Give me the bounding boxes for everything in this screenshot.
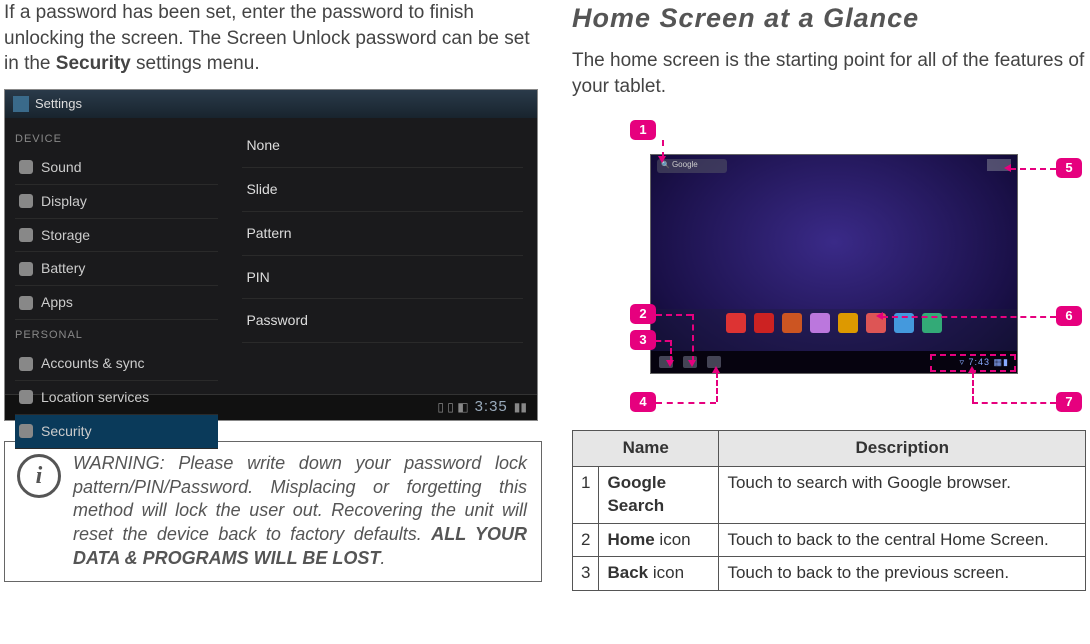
location-icon: [19, 390, 33, 404]
warning-text: WARNING: Please write down your password…: [73, 452, 527, 571]
option-pin: PIN: [242, 256, 523, 300]
sync-icon: [19, 357, 33, 371]
warning-text-post: .: [380, 548, 385, 568]
dock-app-icon: [810, 313, 830, 333]
callout-badge-6: 6: [1056, 306, 1082, 326]
settings-section-device: DEVICE: [15, 132, 218, 147]
table-cell-desc: Touch to back to the central Home Screen…: [719, 523, 1086, 557]
table-head-name: Name: [573, 430, 719, 466]
unlock-text-bold: Security: [56, 53, 131, 74]
callout-badge-2: 2: [630, 304, 656, 324]
tablet-screenshot: 🔍 Google ▿ 7:43 ▦▮: [650, 154, 1018, 374]
table-head-desc: Description: [719, 430, 1086, 466]
battery-icon: [19, 262, 33, 276]
apps-icon: [19, 296, 33, 310]
dock-app-icon: [754, 313, 774, 333]
table-cell-desc: Touch to search with Google browser.: [719, 466, 1086, 523]
callout-badge-7: 7: [1056, 392, 1082, 412]
dock-app-icon: [782, 313, 802, 333]
table-cell-num: 1: [573, 466, 599, 523]
callout-badge-4: 4: [630, 392, 656, 412]
table-row: 3Back iconTouch to back to the previous …: [573, 557, 1086, 591]
display-icon: [19, 194, 33, 208]
settings-sidebar: DEVICE Sound Display Storage Battery App…: [5, 118, 228, 394]
table-cell-name: Google Search: [599, 466, 719, 523]
warning-box: i WARNING: Please write down your passwo…: [4, 441, 542, 582]
sound-icon: [19, 160, 33, 174]
callout-badge-3: 3: [630, 330, 656, 350]
settings-options: None Slide Pattern PIN Password: [228, 118, 537, 394]
settings-title: Settings: [35, 95, 82, 113]
option-none: None: [242, 124, 523, 168]
sidebar-item-accounts: Accounts & sync: [15, 347, 218, 381]
table-cell-name: Home icon: [599, 523, 719, 557]
settings-screenshot: Settings DEVICE Sound Display Storage Ba…: [4, 89, 538, 421]
table-row: 2Home iconTouch to back to the central H…: [573, 523, 1086, 557]
section-intro: The home screen is the starting point fo…: [572, 48, 1086, 99]
table-cell-num: 3: [573, 557, 599, 591]
sidebar-item-storage: Storage: [15, 219, 218, 253]
shield-icon: [19, 424, 33, 438]
storage-icon: [19, 228, 33, 242]
dock-app-icon: [838, 313, 858, 333]
settings-section-personal: PERSONAL: [15, 328, 218, 343]
table-cell-num: 2: [573, 523, 599, 557]
sidebar-item-battery: Battery: [15, 252, 218, 286]
info-icon: i: [17, 454, 61, 498]
unlock-text-post: settings menu.: [131, 53, 260, 74]
sidebar-item-location: Location services: [15, 381, 218, 415]
sidebar-item-display: Display: [15, 185, 218, 219]
settings-titlebar: Settings: [5, 90, 537, 118]
settings-time: 3:35: [475, 397, 508, 417]
table-row: 1Google SearchTouch to search with Googl…: [573, 466, 1086, 523]
table-cell-desc: Touch to back to the previous screen.: [719, 557, 1086, 591]
callout-badge-5: 5: [1056, 158, 1082, 178]
sidebar-item-apps: Apps: [15, 286, 218, 320]
google-search-bar: 🔍 Google: [657, 159, 727, 173]
sidebar-item-security: Security: [15, 415, 218, 449]
dock-app-icon: [726, 313, 746, 333]
description-table: Name Description 1Google SearchTouch to …: [572, 430, 1086, 592]
option-slide: Slide: [242, 168, 523, 212]
home-screen-diagram: 🔍 Google ▿ 7:43 ▦▮ 1 2 3 4 5 6 7: [572, 114, 1082, 414]
unlock-paragraph: If a password has been set, enter the pa…: [4, 0, 542, 77]
sidebar-item-sound: Sound: [15, 151, 218, 185]
section-title: Home Screen at a Glance: [572, 0, 1086, 36]
callout-badge-1: 1: [630, 120, 656, 140]
option-password: Password: [242, 299, 523, 343]
table-cell-name: Back icon: [599, 557, 719, 591]
option-pattern: Pattern: [242, 212, 523, 256]
